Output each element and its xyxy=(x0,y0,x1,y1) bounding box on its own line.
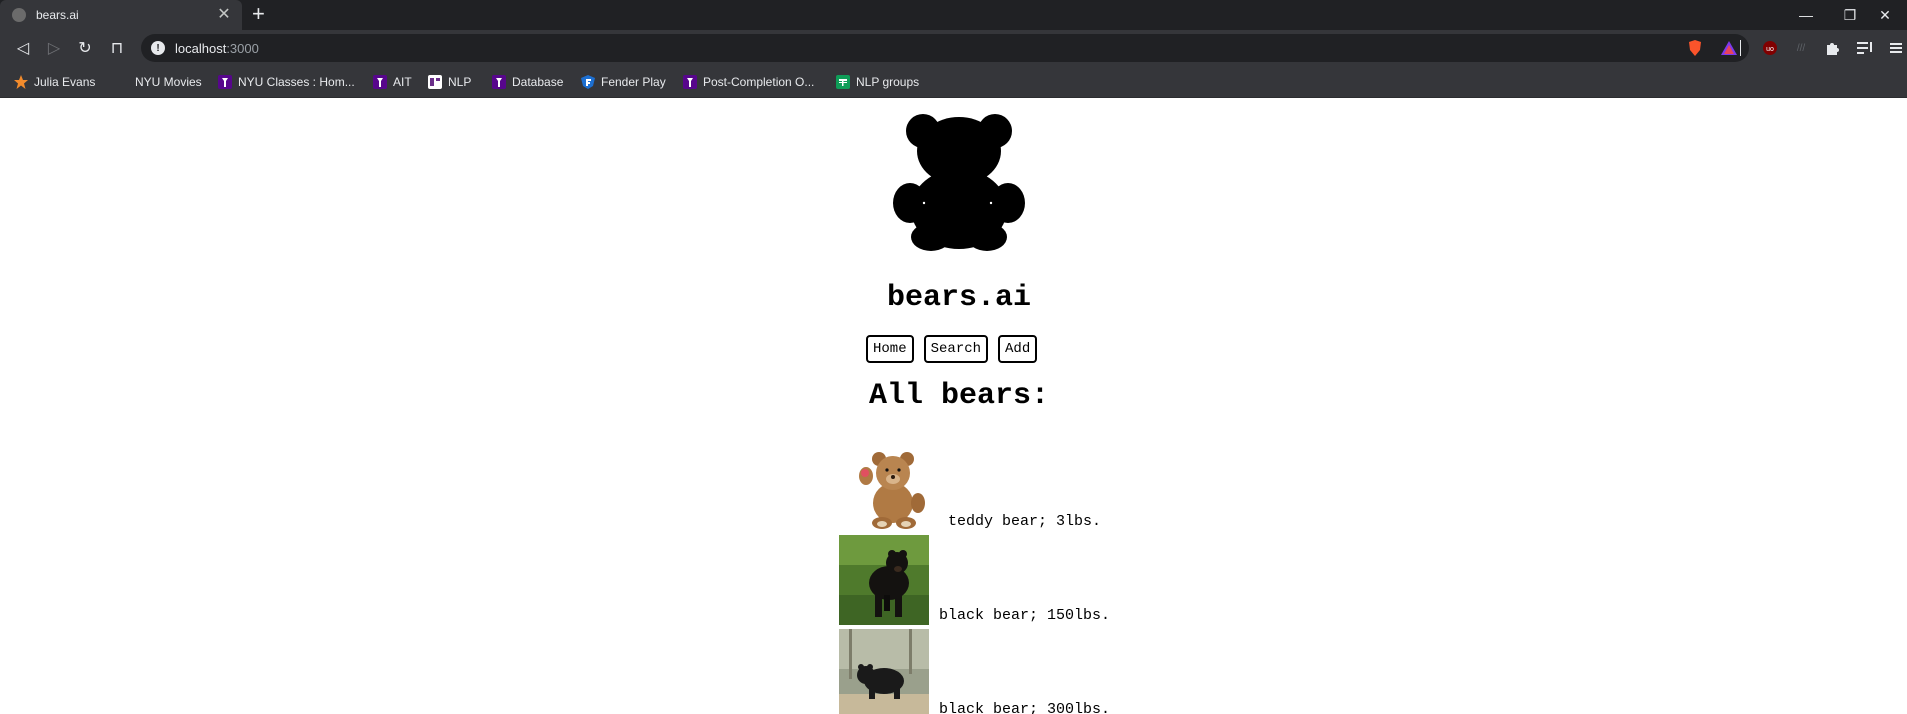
url-host: localhost xyxy=(175,40,227,56)
tab-title: bears.ai xyxy=(36,8,79,22)
bear-list-item: black bear; 300lbs. xyxy=(839,629,1110,714)
omnibox-divider xyxy=(1740,40,1741,56)
close-window-button[interactable]: ✕ xyxy=(1863,0,1907,30)
bear-caption: teddy bear; 3lbs. xyxy=(948,513,1102,530)
browser-tab[interactable]: bears.ai ✕ xyxy=(0,0,242,30)
close-tab-icon[interactable]: ✕ xyxy=(214,7,234,23)
bookmark-label: NYU Classes : Hom... xyxy=(238,75,355,89)
brave-shield-icon[interactable] xyxy=(1687,40,1703,56)
forward-button[interactable]: ▷ xyxy=(43,37,65,59)
nav-add-button[interactable]: Add xyxy=(998,335,1038,363)
reload-button[interactable]: ↻ xyxy=(74,37,96,59)
nyu-torch-icon xyxy=(373,75,387,89)
globe-icon xyxy=(12,8,26,22)
bear-list-item: black bear; 150lbs. xyxy=(839,535,1110,625)
nyu-torch-icon xyxy=(218,75,232,89)
puzzle-icon[interactable] xyxy=(1824,40,1840,56)
bear-logo-icon xyxy=(893,114,1025,251)
bookmark-label: Julia Evans xyxy=(34,75,96,89)
bookmark-database[interactable]: Database xyxy=(492,66,563,98)
bookmark-nlp[interactable]: NLP xyxy=(428,66,471,98)
nyu-torch-icon xyxy=(492,75,506,89)
bookmarks-bar: Julia Evans NYU Movies NYU Classes : Hom… xyxy=(0,66,1907,98)
fender-icon xyxy=(581,75,595,89)
bookmark-button[interactable]: ⊓ xyxy=(106,37,128,59)
bookmark-label: Fender Play xyxy=(601,75,666,89)
reading-list-icon[interactable] xyxy=(1857,40,1873,56)
site-nav: Home Search Add xyxy=(866,335,1038,363)
info-icon[interactable]: ! xyxy=(151,41,165,55)
bookmark-ait[interactable]: AIT xyxy=(373,66,412,98)
bookmark-nyu-movies[interactable]: NYU Movies xyxy=(135,66,202,98)
nav-home-button[interactable]: Home xyxy=(866,335,914,363)
tab-strip: bears.ai ✕ + — ❐ ✕ xyxy=(0,0,1907,30)
svg-text:uo: uo xyxy=(1766,46,1774,53)
new-tab-button[interactable]: + xyxy=(252,3,265,25)
page-content: bears.ai Home Search Add All bears: tedd… xyxy=(0,99,1907,714)
sheets-icon xyxy=(836,75,850,89)
site-title: bears.ai xyxy=(886,281,1032,315)
nav-search-button[interactable]: Search xyxy=(923,335,989,363)
nlp-icon xyxy=(428,75,442,89)
bookmark-label: Database xyxy=(512,75,564,89)
address-bar[interactable]: ! localhost :3000 xyxy=(141,34,1749,62)
bookmark-label: NLP groups xyxy=(856,75,920,89)
bookmark-julia-evans[interactable]: Julia Evans xyxy=(14,66,95,98)
teddy-bear-image xyxy=(848,441,938,531)
minimize-button[interactable]: — xyxy=(1784,0,1828,30)
bear-caption: black bear; 300lbs. xyxy=(939,701,1111,714)
bookmark-nyu-classes[interactable]: NYU Classes : Hom... xyxy=(218,66,355,98)
bookmark-label: Post-Completion O... xyxy=(703,75,815,89)
star-icon xyxy=(14,75,28,89)
bookmark-label: NLP xyxy=(448,75,472,89)
bookmark-nlp-groups[interactable]: NLP groups xyxy=(836,66,919,98)
menu-icon[interactable] xyxy=(1888,40,1904,56)
bear-caption: black bear; 150lbs. xyxy=(939,607,1111,624)
nyu-torch-icon xyxy=(683,75,697,89)
bookmark-label: NYU Movies xyxy=(135,75,202,89)
black-bear-image xyxy=(839,629,929,714)
url-port: :3000 xyxy=(226,40,259,56)
bear-list-item: teddy bear; 3lbs. xyxy=(848,441,1101,531)
bookmark-fender-play[interactable]: Fender Play xyxy=(581,66,666,98)
extension-icon[interactable]: /// xyxy=(1793,40,1809,56)
back-button[interactable]: ◁ xyxy=(12,37,34,59)
black-bear-image xyxy=(839,535,929,625)
page-heading: All bears: xyxy=(868,379,1050,413)
browser-toolbar: ◁ ▷ ↻ ⊓ ! localhost :3000 uo /// xyxy=(0,30,1907,66)
bookmark-label: AIT xyxy=(393,75,412,89)
ublock-icon[interactable]: uo xyxy=(1762,40,1778,56)
brave-rewards-icon[interactable] xyxy=(1721,40,1737,56)
bookmark-post-completion[interactable]: Post-Completion O... xyxy=(683,66,814,98)
